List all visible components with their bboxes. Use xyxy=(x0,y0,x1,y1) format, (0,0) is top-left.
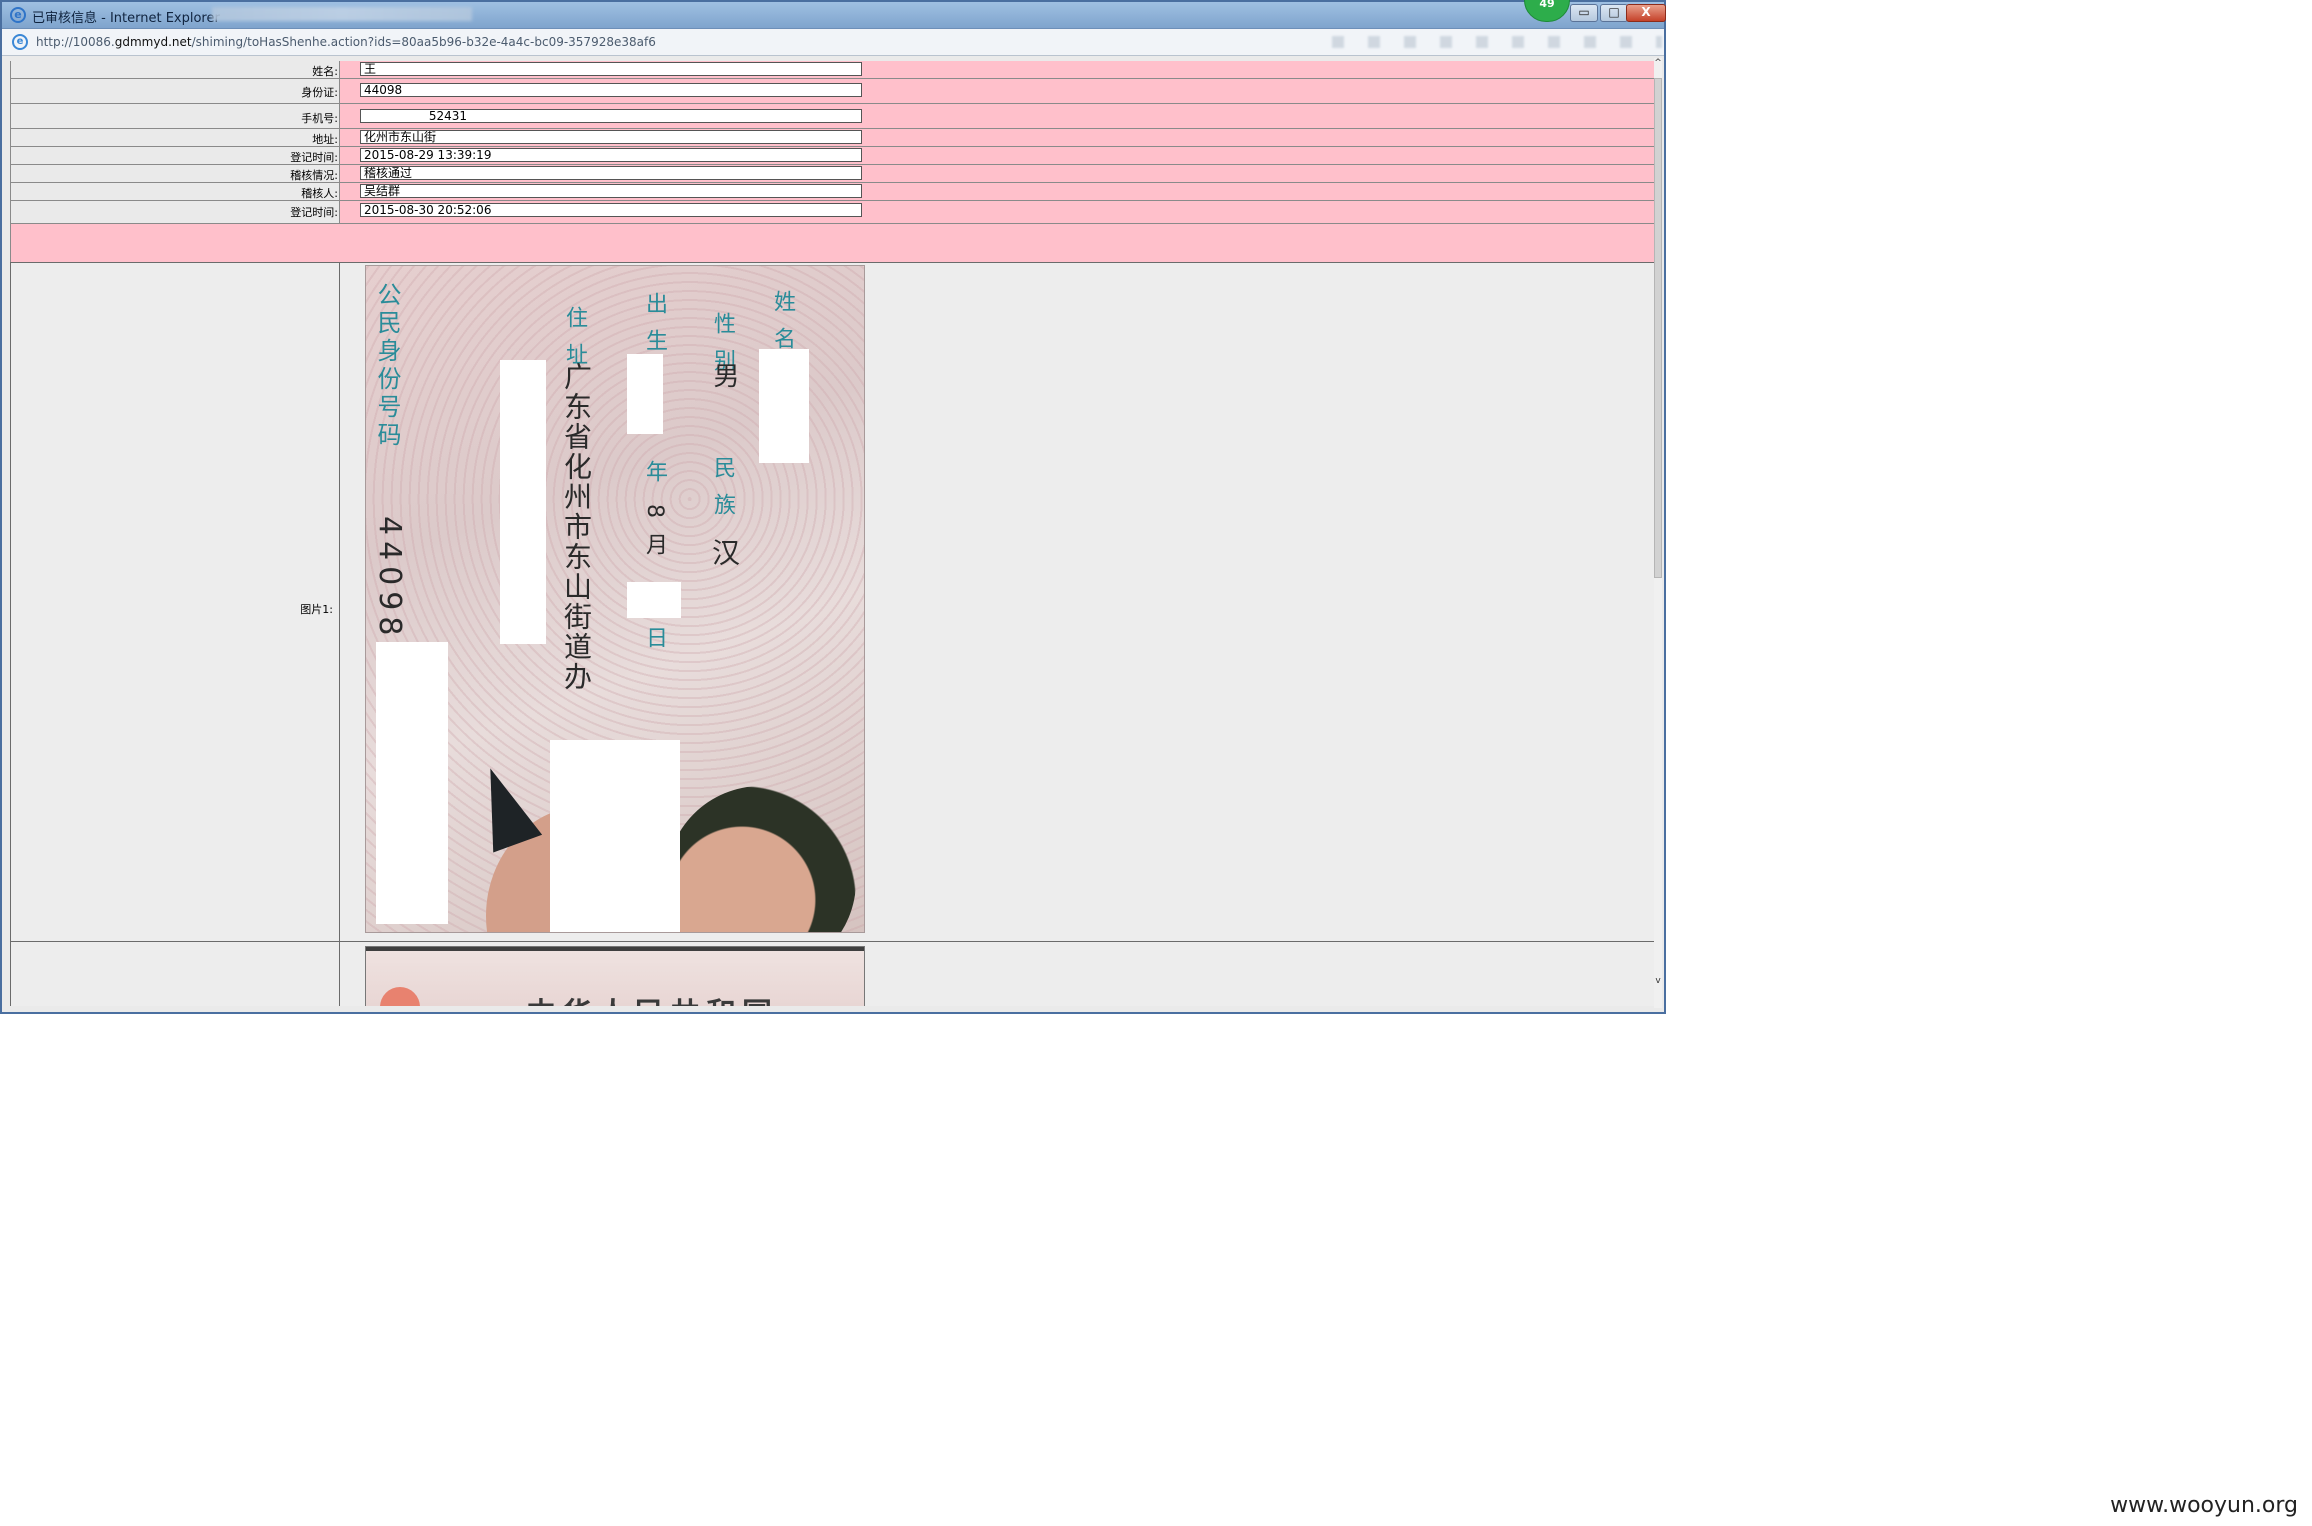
label-cell xyxy=(10,104,340,128)
maximize-button[interactable]: □ xyxy=(1600,4,1628,22)
value-register-time-2: 2015-08-30 20:52:06 xyxy=(360,203,862,217)
redaction-portrait xyxy=(550,740,680,932)
value-address: 化州市东山街 xyxy=(360,130,862,144)
minimize-button[interactable]: ▭ xyxy=(1570,4,1598,22)
card-portrait-2 xyxy=(666,786,856,932)
form-row-register-time: 登记时间: 2015-08-29 13:39:19 xyxy=(10,147,1660,165)
card-ethnicity-value: 汉 xyxy=(708,538,741,570)
value-auditor: 吴结群 xyxy=(360,184,862,198)
card-address-label: 住 址 xyxy=(562,306,587,369)
redaction-name xyxy=(759,349,809,463)
card-portrait-hair xyxy=(465,759,543,853)
card-birth-label: 出 生 xyxy=(642,292,667,355)
window-title: 已审核信息 - Internet Explorer xyxy=(32,11,220,26)
vertical-scrollbar[interactable]: ^ v xyxy=(1654,58,1662,1008)
scroll-up-arrow[interactable]: ^ xyxy=(1654,58,1662,68)
redaction-birth-day xyxy=(627,582,681,618)
internet-explorer-icon: e xyxy=(10,7,26,23)
label-phone: 手机号: xyxy=(301,112,338,125)
form-row-address: 地址: 化州市东山街 xyxy=(10,129,1660,147)
pink-spacer xyxy=(10,224,1661,263)
page-icon: e xyxy=(12,34,28,50)
address-bar[interactable]: e http://10086.gdmmyd.net/shiming/toHasS… xyxy=(2,29,1664,56)
form-row-audit-status: 稽核情况: 稽核通过 xyxy=(10,165,1660,183)
image-row-2: 中华人民共和国 xyxy=(10,941,1660,1006)
emblem-icon xyxy=(380,987,420,1006)
watermark: www.wooyun.org xyxy=(2110,1493,2298,1518)
label-cell xyxy=(10,61,340,78)
form-row-idcard: 身份证: 44098 xyxy=(10,79,1660,104)
label-cell xyxy=(10,79,340,103)
redaction-id-number xyxy=(376,642,448,924)
divider xyxy=(339,263,340,941)
form-row-register-time-2: 登记时间: 2015-08-30 20:52:06 xyxy=(10,201,1660,224)
card-ethnicity-label: 民 族 xyxy=(710,456,735,519)
scroll-down-arrow[interactable]: v xyxy=(1654,976,1662,986)
image-label-1: 图片1: xyxy=(300,603,333,616)
form-row-name: 姓名: 王 xyxy=(10,61,1660,79)
label-name: 姓名: xyxy=(312,65,338,78)
url-prefix: http://10086. xyxy=(36,35,115,49)
label-audit-status: 稽核情况: xyxy=(290,169,338,182)
url-text[interactable]: http://10086.gdmmyd.net/shiming/toHasShe… xyxy=(36,35,656,49)
card-birth-year-label: 年 xyxy=(642,460,667,486)
url-domain: gdmmyd.net xyxy=(114,35,192,49)
id-card-photo: 姓 名 性 别 男 民 族 汉 出 生 年 8 月 日 住 址 广东省化州市东山… xyxy=(365,265,865,933)
label-register-time: 登记时间: xyxy=(290,151,338,164)
image-row-1: 图片1: 姓 名 性 别 男 民 族 汉 出 生 年 8 月 日 住 址 广东省… xyxy=(10,262,1660,942)
card-birth-day-label: 日 xyxy=(642,626,667,652)
url-path: /shiming/toHasShenhe.action?ids=80aa5b96… xyxy=(191,35,656,49)
blurred-tab xyxy=(212,7,472,21)
label-address: 地址: xyxy=(312,133,338,146)
card-address-value: 广东省化州市东山街道办 xyxy=(560,362,593,692)
value-idcard: 44098 xyxy=(360,83,862,97)
blurred-toolbar xyxy=(1332,36,1662,48)
form-row-phone: 手机号: 52431 xyxy=(10,104,1660,129)
notification-badge[interactable]: 49 xyxy=(1524,0,1570,22)
label-cell xyxy=(10,183,340,200)
label-auditor: 稽核人: xyxy=(301,187,338,200)
value-phone: 52431 xyxy=(360,109,862,123)
card-name-label: 姓 名 xyxy=(770,290,795,353)
form-row-auditor: 稽核人: 吴结群 xyxy=(10,183,1660,201)
title-bar: e 已审核信息 - Internet Explorer 49 ▭ □ X xyxy=(2,0,1666,29)
redaction-birth-year xyxy=(627,354,663,434)
card-id-value: 44098 xyxy=(372,516,407,642)
label-register-time-2: 登记时间: xyxy=(290,206,338,219)
page-content: 姓名: 王 身份证: 44098 手机号: 52431 地址: 化州市东山街 登… xyxy=(8,58,1662,1006)
label-idcard: 身份证: xyxy=(301,86,338,99)
id-card-back-photo: 中华人民共和国 xyxy=(365,946,865,1006)
card-back-title: 中华人民共和国 xyxy=(526,989,778,1006)
card-birth-month: 8 月 xyxy=(642,504,667,559)
divider xyxy=(339,942,340,1006)
scroll-thumb[interactable] xyxy=(1654,78,1662,578)
card-id-label: 公民身份号码 xyxy=(373,282,401,450)
value-name: 王 xyxy=(360,62,862,76)
ie-window: e 已审核信息 - Internet Explorer 49 ▭ □ X e h… xyxy=(0,0,1666,1014)
close-button[interactable]: X xyxy=(1626,4,1666,22)
value-audit-status: 稽核通过 xyxy=(360,166,862,180)
label-cell xyxy=(10,129,340,146)
value-register-time: 2015-08-29 13:39:19 xyxy=(360,148,862,162)
card-sex-value: 男 xyxy=(709,362,739,392)
redaction-address xyxy=(500,360,546,644)
